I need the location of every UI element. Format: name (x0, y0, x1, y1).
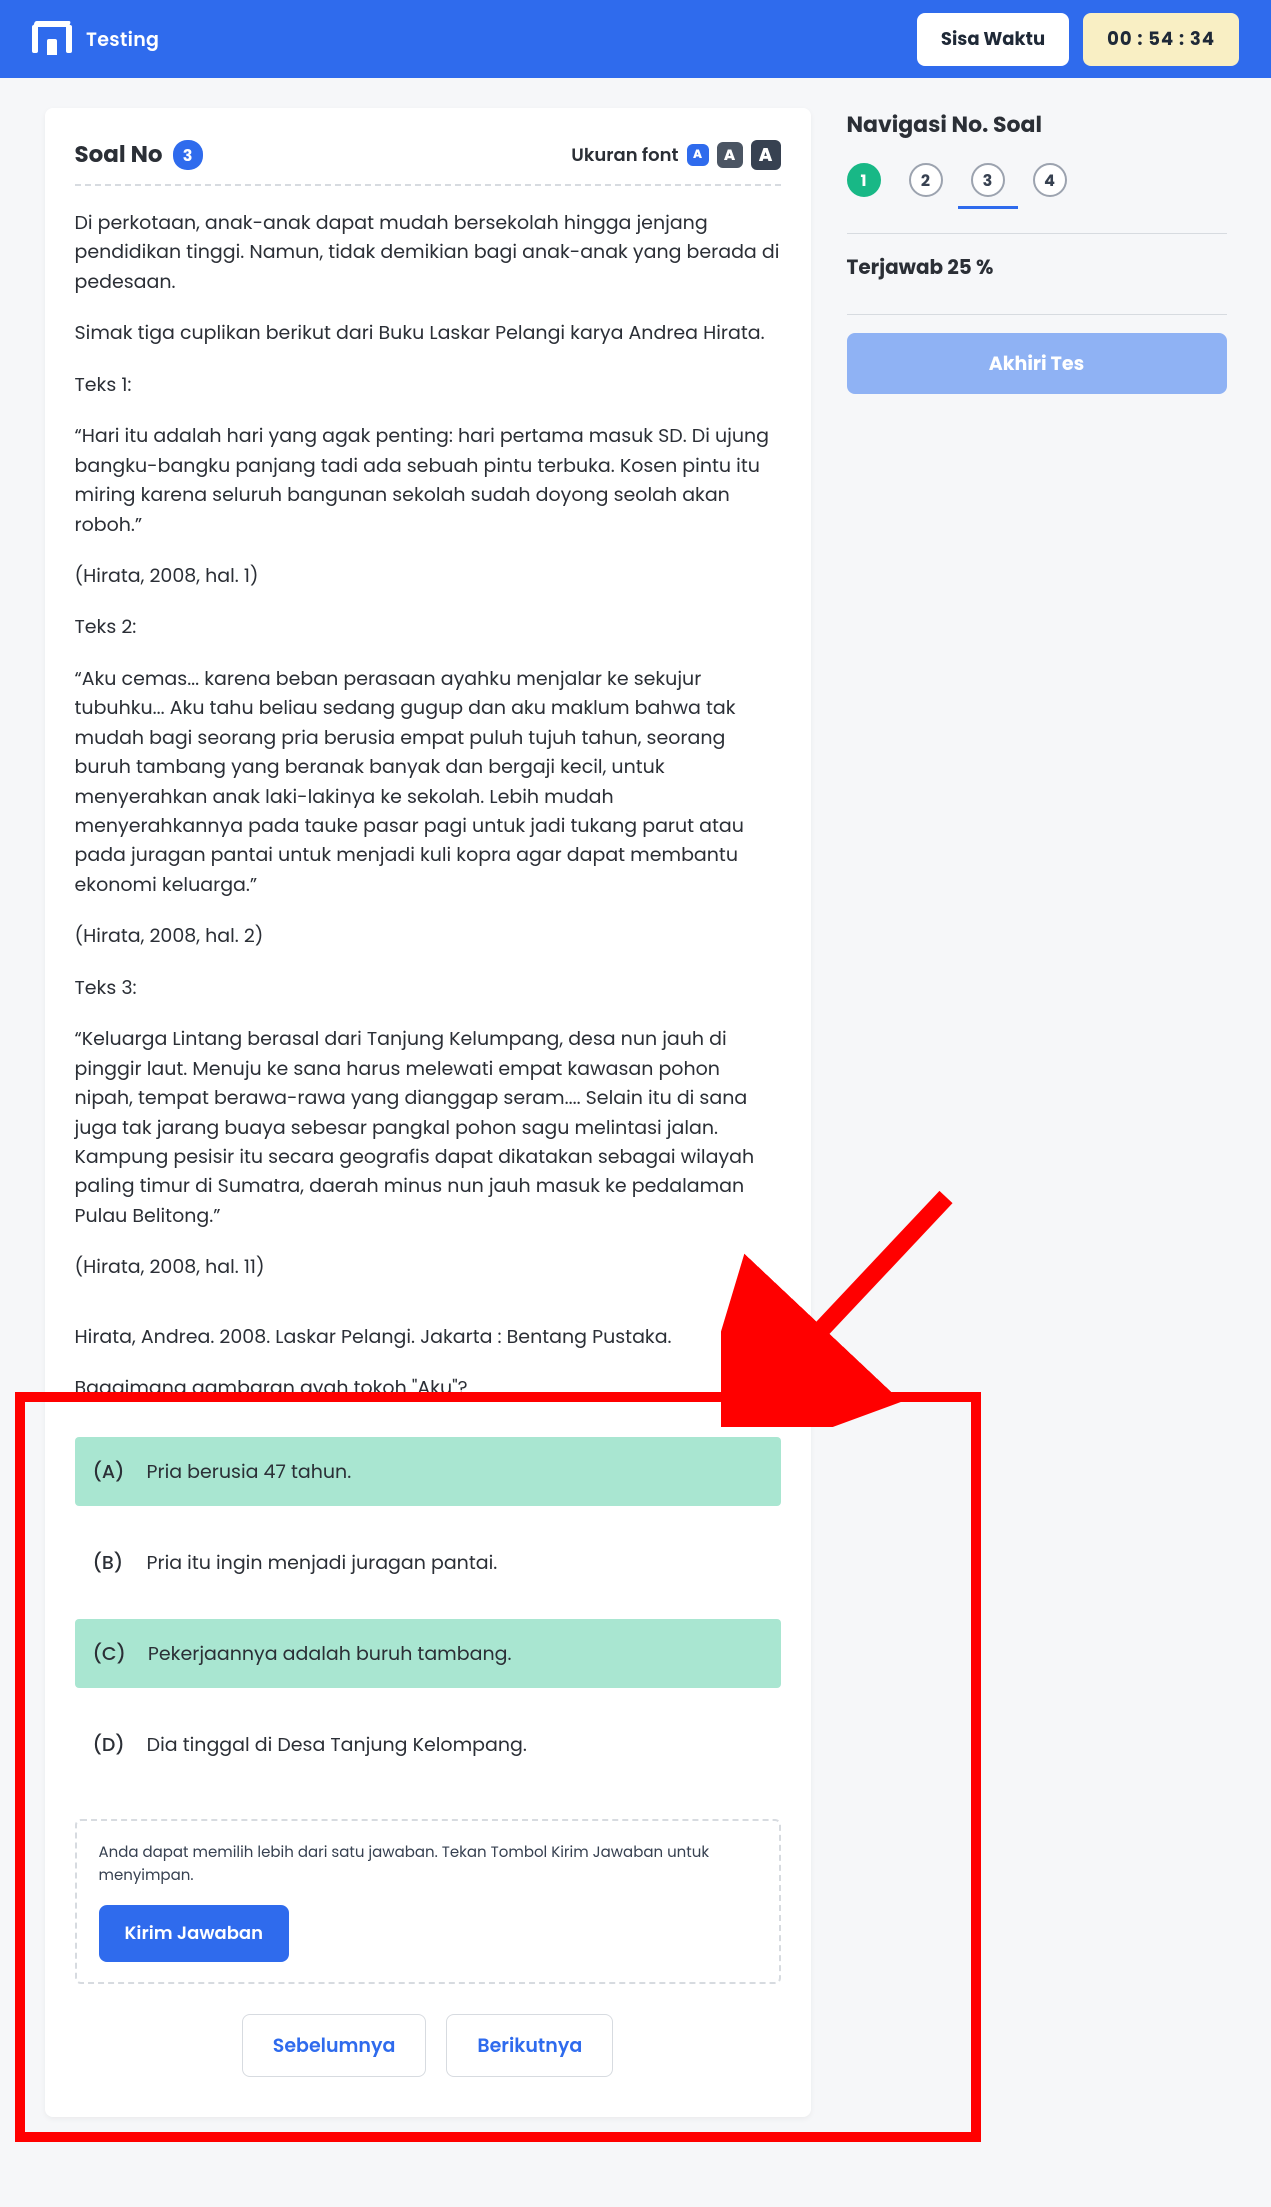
answer-option-d[interactable]: (D) Dia tinggal di Desa Tanjung Kelompang… (75, 1710, 781, 1779)
answer-option-b[interactable]: (B) Pria itu ingin menjadi juragan pantai… (75, 1528, 781, 1597)
remaining-time-value: 00 : 54 : 34 (1083, 13, 1239, 66)
top-bar: Testing Sisa Waktu 00 : 54 : 34 (0, 0, 1271, 78)
question-nav-1[interactable]: 1 (847, 163, 881, 197)
previous-button[interactable]: Sebelumnya (242, 2014, 427, 2077)
excerpt-citation: (Hirata, 2008, hal. 2) (75, 921, 781, 950)
excerpt-citation: (Hirata, 2008, hal. 11) (75, 1252, 781, 1281)
brand: Testing (32, 19, 159, 59)
submit-answer-button[interactable]: Kirim Jawaban (99, 1905, 290, 1962)
app-logo-icon (32, 19, 72, 59)
font-size-label: Ukuran font (571, 142, 678, 169)
answer-letter: (D) (93, 1730, 125, 1759)
submit-note-box: Anda dapat memilih lebih dari satu jawab… (75, 1819, 781, 1984)
answer-text: Pria berusia 47 tahun. (147, 1457, 352, 1486)
question-body: Di perkotaan, anak-anak dapat mudah bers… (75, 208, 781, 1403)
excerpt-text: “Aku cemas... karena beban perasaan ayah… (75, 664, 781, 900)
answers-container: (A) Pria berusia 47 tahun. (B) Pria itu ing… (75, 1437, 781, 1779)
excerpt-label: Teks 3: (75, 973, 781, 1002)
question-paragraph: Di perkotaan, anak-anak dapat mudah bers… (75, 208, 781, 296)
reference-text: Hirata, Andrea. 2008. Laskar Pelangi. Ja… (75, 1322, 781, 1351)
question-card: Soal No 3 Ukuran font A A A Di perkotaan… (45, 108, 811, 2117)
answer-letter: (A) (93, 1457, 125, 1486)
font-size-medium-button[interactable]: A (717, 142, 743, 168)
question-nav-2[interactable]: 2 (909, 163, 943, 197)
question-number: Soal No 3 (75, 138, 203, 172)
excerpt-label: Teks 1: (75, 370, 781, 399)
excerpt-label: Teks 2: (75, 612, 781, 641)
divider (847, 233, 1227, 234)
answer-option-c[interactable]: (C) Pekerjaannya adalah buruh tambang. (75, 1619, 781, 1688)
next-button[interactable]: Berikutnya (446, 2014, 613, 2077)
nav-buttons: Sebelumnya Berikutnya (75, 2014, 781, 2077)
answer-option-a[interactable]: (A) Pria berusia 47 tahun. (75, 1437, 781, 1506)
excerpt-text: “Keluarga Lintang berasal dari Tanjung K… (75, 1024, 781, 1230)
question-number-label: Soal No (75, 138, 163, 172)
question-nav-numbers: 1234 (847, 163, 1227, 197)
divider (847, 314, 1227, 315)
remaining-time-label: Sisa Waktu (917, 13, 1069, 66)
excerpt-text: “Hari itu adalah hari yang agak penting:… (75, 421, 781, 539)
answered-progress: Terjawab 25 % (847, 252, 1227, 282)
answer-text: Pria itu ingin menjadi juragan pantai. (147, 1548, 498, 1577)
question-nav-4[interactable]: 4 (1033, 163, 1067, 197)
timer-group: Sisa Waktu 00 : 54 : 34 (917, 13, 1239, 66)
end-test-button[interactable]: Akhiri Tes (847, 333, 1227, 394)
answer-letter: (C) (93, 1639, 126, 1668)
question-nav-3[interactable]: 3 (971, 163, 1005, 197)
answer-text: Pekerjaannya adalah buruh tambang. (148, 1639, 512, 1668)
sidebar: Navigasi No. Soal 1234 Terjawab 25 % Akh… (847, 108, 1227, 2117)
question-number-badge: 3 (173, 140, 203, 170)
answer-text: Dia tinggal di Desa Tanjung Kelompang. (147, 1730, 527, 1759)
answer-letter: (B) (93, 1548, 125, 1577)
font-size-small-button[interactable]: A (687, 144, 709, 166)
question-prompt: Bagaimana gambaran ayah tokoh "Aku"? (75, 1373, 781, 1402)
excerpt-citation: (Hirata, 2008, hal. 1) (75, 561, 781, 590)
app-title: Testing (86, 25, 159, 54)
question-header: Soal No 3 Ukuran font A A A (75, 138, 781, 186)
question-paragraph: Simak tiga cuplikan berikut dari Buku La… (75, 318, 781, 347)
font-size-control: Ukuran font A A A (571, 140, 780, 170)
font-size-large-button[interactable]: A (751, 140, 781, 170)
submit-note-text: Anda dapat memilih lebih dari satu jawab… (99, 1841, 757, 1887)
sidebar-title: Navigasi No. Soal (847, 108, 1227, 141)
